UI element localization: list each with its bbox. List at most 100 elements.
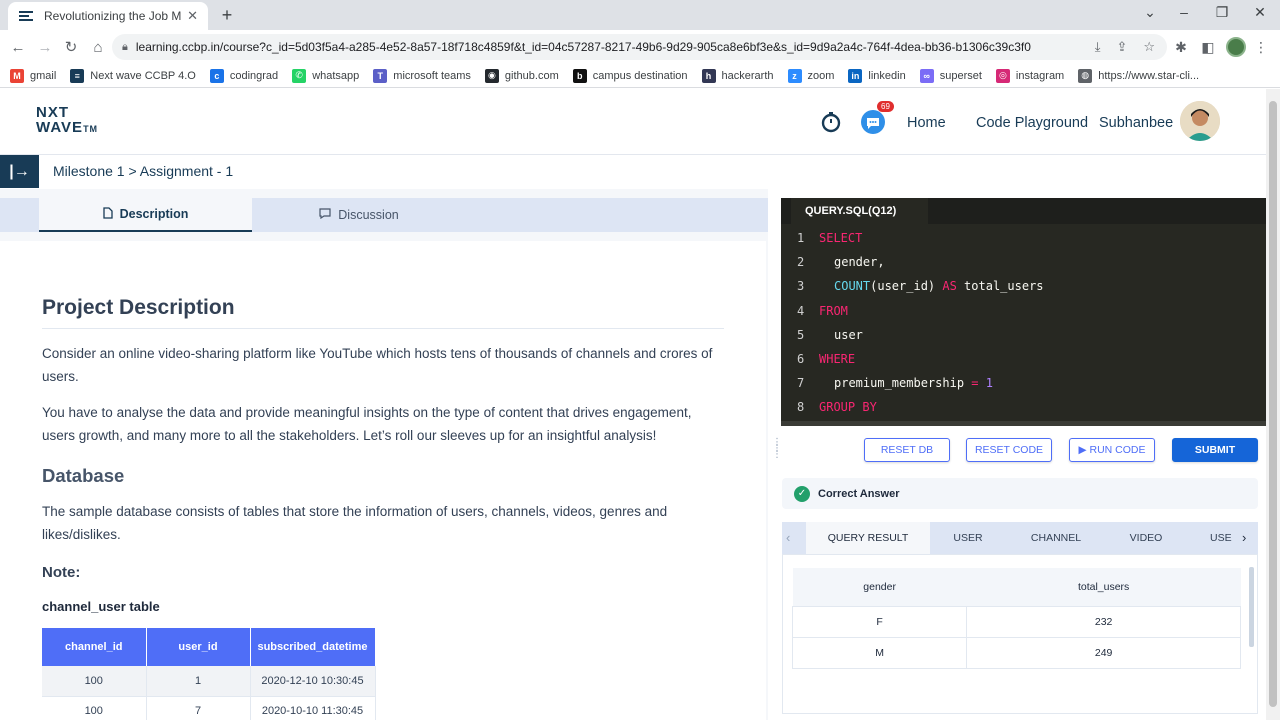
logo-text-bottom: WAVE	[36, 119, 84, 136]
paragraph-task: You have to analyse the data and provide…	[42, 405, 692, 443]
bookmark-label: gmail	[30, 69, 57, 82]
nav-code-playground[interactable]: Code Playground	[976, 115, 1088, 131]
code-token: WHERE	[819, 352, 856, 367]
bookmark-item[interactable]: Tmicrosoft teams	[373, 68, 471, 83]
bookmark-item[interactable]: z zoom	[787, 68, 834, 83]
tab-close-icon[interactable]: ✕	[187, 8, 198, 24]
chevron-right-icon[interactable]: ›	[1242, 530, 1246, 545]
new-tab-button[interactable]: +	[216, 4, 238, 26]
breadcrumb-bar: |→ Milestone 1 > Assignment - 1	[0, 155, 1266, 189]
forward-icon[interactable]: →	[34, 36, 56, 58]
bookmark-item[interactable]: ✆ whatsapp	[292, 68, 359, 83]
code-token: 1	[978, 376, 993, 391]
nxtwave-logo[interactable]: NXT WAVETM	[36, 105, 98, 137]
url-text: learning.ccbp.in/course?c_id=5d03f5a4-a2…	[135, 40, 1031, 54]
bookmark-item[interactable]: c codingrad	[209, 68, 278, 83]
run-code-button[interactable]: ▶ RUN CODE	[1069, 438, 1155, 462]
chevron-left-icon[interactable]: ‹	[786, 530, 790, 545]
sidebar-toggle-button[interactable]: |→	[0, 155, 39, 188]
user-avatar[interactable]	[1180, 101, 1220, 141]
table-header: channel_id	[42, 628, 147, 666]
code-token: =	[971, 376, 979, 391]
browser-tab[interactable]: Revolutionizing the Job Market | ✕	[8, 2, 208, 30]
code-lines[interactable]: 1 SELECT 2 gender, 3 COUNT(user_id) AS total_…	[781, 226, 1044, 420]
code-line[interactable]: 2 gender,	[781, 250, 1044, 274]
home-icon[interactable]: ⌂	[87, 36, 109, 58]
page-scrollbar[interactable]	[1266, 89, 1280, 720]
tab-description[interactable]: Description	[39, 198, 252, 232]
code-line[interactable]: 8 GROUP BY	[781, 395, 1044, 419]
maximize-icon[interactable]: ❐	[1212, 4, 1232, 21]
result-cell: F	[791, 605, 968, 638]
line-number: 4	[797, 303, 805, 318]
extensions-icon[interactable]: ✱	[1170, 36, 1192, 58]
result-scrollbar[interactable]	[1249, 567, 1254, 647]
table-cell: 7	[146, 696, 251, 720]
code-line[interactable]: 7 premium_membership = 1	[781, 371, 1044, 395]
window-close-icon[interactable]: ✕	[1250, 4, 1270, 21]
bookmark-item[interactable]: ◎ instagram	[995, 68, 1064, 83]
nxtwave-favicon-icon	[18, 8, 34, 24]
bookmark-label: github.com	[504, 69, 559, 82]
code-line[interactable]: 5 user	[781, 323, 1044, 347]
editor-horizontal-scrollbar[interactable]	[781, 421, 1266, 426]
tab-discussion[interactable]: Discussion	[252, 198, 466, 232]
instagram-icon: ◎	[995, 68, 1010, 83]
share-icon[interactable]: ⇪	[1116, 39, 1127, 55]
lock-icon: 🔒︎	[122, 40, 128, 53]
user-name[interactable]: Subhanbee	[1099, 115, 1173, 131]
chat-icon[interactable]	[860, 109, 886, 135]
bookmark-item[interactable]: ≡ Next wave CCBP 4.O	[70, 68, 196, 83]
app-header: NXT WAVETM 69 Home Code Playground Subha…	[0, 89, 1266, 155]
tab-video[interactable]: VIDEO	[1106, 522, 1186, 554]
editor-file-tab[interactable]: QUERY.SQL(Q12)	[791, 198, 928, 224]
code-line[interactable]: 1 SELECT	[781, 226, 1044, 250]
superset-icon: ∞	[919, 68, 934, 83]
address-bar[interactable]: 🔒︎ learning.ccbp.in/course?c_id=5d03f5a4…	[112, 34, 1167, 60]
chat-notification-badge: 69	[877, 101, 894, 112]
codingrad-icon: c	[209, 68, 224, 83]
code-text: FROM	[819, 304, 848, 318]
side-panel-icon[interactable]: ◧	[1197, 36, 1219, 58]
code-token: COUNT	[834, 279, 871, 294]
bookmark-star-icon[interactable]: ☆	[1143, 39, 1155, 55]
bookmarks-bar: Mgmail ≡ Next wave CCBP 4.O c codingrad ✆ what…	[0, 64, 1280, 88]
result-column-header: gender	[792, 568, 967, 607]
bookmark-item[interactable]: ◉ github.com	[484, 68, 559, 83]
logo-text-top: NXT	[36, 104, 69, 121]
reload-icon[interactable]: ↻	[60, 36, 82, 58]
table-row: 100 1 2020-12-10 10:30:45	[42, 666, 376, 697]
tab-query-result[interactable]: QUERY RESULT	[806, 522, 930, 554]
browser-menu-icon[interactable]: ⋮	[1250, 36, 1272, 58]
minimize-icon[interactable]: –	[1174, 4, 1194, 20]
bookmark-item[interactable]: ∞ superset	[919, 68, 982, 83]
bookmark-item[interactable]: ◍ https://www.star-cli...	[1078, 68, 1200, 83]
code-token: total_users	[956, 279, 1044, 294]
nxtwave-icon: ≡	[70, 68, 85, 83]
submit-button[interactable]: SUBMIT	[1172, 438, 1258, 462]
tab-user[interactable]: USER	[930, 522, 1006, 554]
reset-db-button[interactable]: RESET DB	[864, 438, 950, 462]
bookmark-item[interactable]: Mgmail	[10, 68, 57, 83]
nav-home[interactable]: Home	[907, 115, 946, 131]
stopwatch-icon[interactable]	[818, 109, 844, 135]
bookmark-item[interactable]: h hackerarth	[701, 68, 774, 83]
tab-channel[interactable]: CHANNEL	[1006, 522, 1106, 554]
reset-code-button[interactable]: RESET CODE	[966, 438, 1052, 462]
code-line[interactable]: 4 FROM	[781, 299, 1044, 323]
note-heading: Note:	[42, 564, 81, 581]
bookmark-item[interactable]: b campus destination	[572, 68, 688, 83]
code-token: premium_membership	[834, 376, 972, 391]
code-line[interactable]: 3 COUNT(user_id) AS total_users	[781, 274, 1044, 298]
tab-search-icon[interactable]: ⌄	[1140, 4, 1160, 21]
install-app-icon[interactable]: ⤓	[1095, 39, 1101, 55]
code-line[interactable]: 6 WHERE	[781, 347, 1044, 371]
profile-avatar[interactable]	[1226, 37, 1246, 57]
back-icon[interactable]: ←	[7, 36, 29, 58]
bookmark-label: https://www.star-cli...	[1098, 69, 1200, 82]
code-editor[interactable]: QUERY.SQL(Q12) 1 SELECT 2 gender, 3 COUNT(use…	[781, 198, 1266, 426]
panel-resize-handle[interactable]: ⋮ ⋮ ⋮	[772, 438, 782, 474]
table-row: 100 7 2020-10-10 11:30:45	[42, 696, 376, 720]
bookmark-item[interactable]: in linkedin	[848, 68, 906, 83]
page-scrollbar-thumb[interactable]	[1269, 101, 1277, 707]
